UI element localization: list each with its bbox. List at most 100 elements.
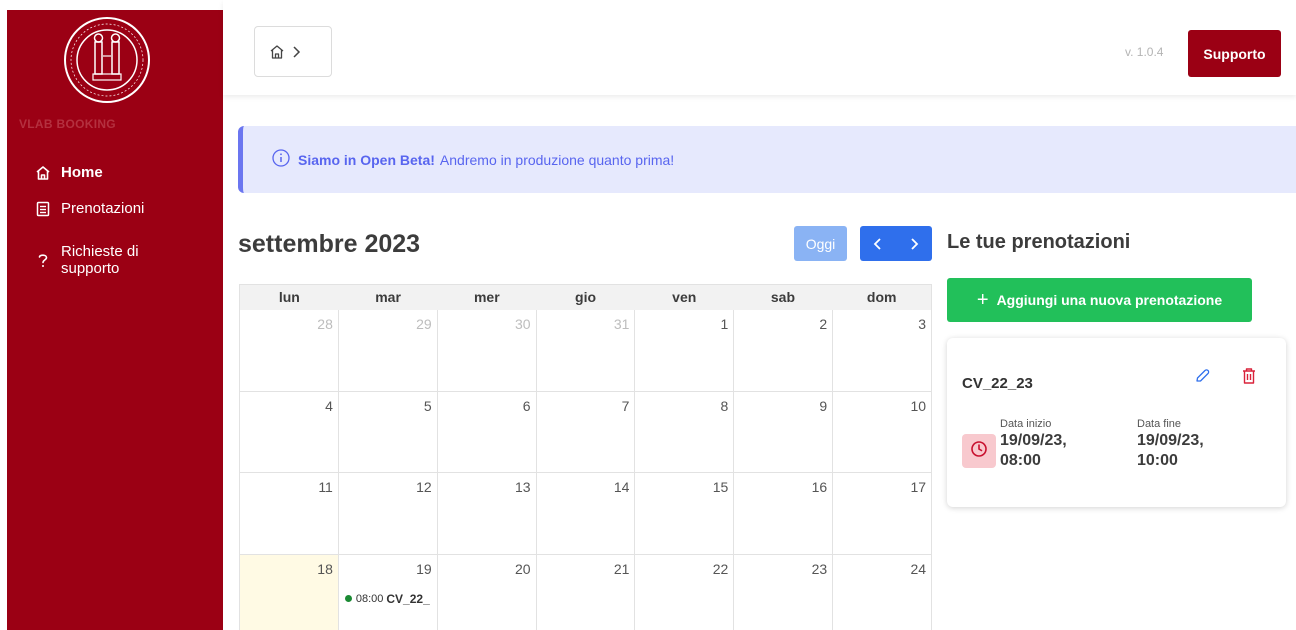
info-icon xyxy=(272,149,290,170)
calendar-day[interactable]: 24 xyxy=(833,554,933,630)
calendar-day-today[interactable]: 18 xyxy=(240,554,339,630)
sidebar-item-label: Prenotazioni xyxy=(61,200,145,217)
day-number: 10 xyxy=(910,397,927,414)
day-number: 8 xyxy=(720,397,729,414)
month-title: settembre 2023 xyxy=(238,230,421,258)
weekday-label: dom xyxy=(866,289,897,305)
calendar-day[interactable]: 20 xyxy=(437,554,537,630)
event-time: 08:00 xyxy=(355,592,384,605)
event-title: CV_22_ xyxy=(386,591,430,606)
day-number: 20 xyxy=(515,560,531,577)
topbar: v. 1.0.4 Supporto xyxy=(223,0,1296,95)
day-number: 9 xyxy=(819,397,828,414)
alert-text: Andremo in produzione quanto prima! xyxy=(439,151,675,168)
day-number: 21 xyxy=(613,560,630,577)
calendar-week: 18 19 08:00 CV_22_ 20 21 22 23 24 xyxy=(239,554,933,630)
day-number: 14 xyxy=(613,479,630,495)
home-icon[interactable] xyxy=(269,44,285,60)
start-time: 08:00 xyxy=(1000,452,1041,469)
calendar-event[interactable]: 08:00 CV_22_ xyxy=(344,591,435,606)
calendar-day[interactable]: 31 xyxy=(536,310,636,392)
sidebar-item-home[interactable]: Home xyxy=(35,164,103,181)
version-label: v. 1.0.4 xyxy=(1125,45,1164,59)
end-date: 19/09/23, xyxy=(1137,432,1204,449)
pencil-icon[interactable] xyxy=(1193,367,1211,390)
label-line-1: Richieste di xyxy=(61,243,139,260)
calendar-day[interactable]: 1 xyxy=(635,310,735,392)
today-button[interactable]: Oggi xyxy=(794,226,847,261)
calendar-day[interactable]: 6 xyxy=(437,391,537,473)
breadcrumb xyxy=(254,26,332,77)
add-booking-button[interactable]: + Aggiungi una nuova prenotazione xyxy=(947,278,1252,322)
calendar-day[interactable]: 9 xyxy=(734,391,834,473)
day-number: 22 xyxy=(712,560,729,577)
calendar-day[interactable]: 19 08:00 CV_22_ xyxy=(338,554,438,630)
event-dot-icon xyxy=(344,595,352,602)
weekday-label: lun xyxy=(278,289,300,305)
calendar-day[interactable]: 17 xyxy=(833,473,933,555)
app-root: VLAB BOOKING Home Prenotazioni Richieste… xyxy=(0,0,1296,630)
calendar-day[interactable]: 4 xyxy=(240,391,339,473)
start-date: 19/09/23, xyxy=(1000,432,1067,449)
day-number: 28 xyxy=(317,316,333,332)
calendar-day[interactable]: 11 xyxy=(240,473,339,555)
calendar-week: 4 5 6 7 8 9 10 xyxy=(239,391,933,473)
next-month-button[interactable] xyxy=(896,226,932,261)
day-number: 1 xyxy=(720,316,729,332)
university-logo[interactable] xyxy=(63,16,151,104)
calendar-day[interactable]: 29 xyxy=(338,310,438,392)
calendar-day[interactable]: 23 xyxy=(734,554,834,630)
chevron-left-icon xyxy=(873,237,881,250)
end-time: 10:00 xyxy=(1137,452,1178,469)
calendar-day[interactable]: 5 xyxy=(338,391,438,473)
home-icon xyxy=(35,165,51,181)
day-number: 5 xyxy=(423,397,432,414)
add-booking-label: Aggiungi una nuova prenotazione xyxy=(996,292,1223,308)
weekday-label: gio xyxy=(575,289,597,305)
sidebar-item-prenotazioni[interactable]: Prenotazioni xyxy=(35,200,144,217)
bookings-title: Le tue prenotazioni xyxy=(947,231,1131,253)
calendar-day[interactable]: 7 xyxy=(536,391,636,473)
calendar-day[interactable]: 22 xyxy=(635,554,735,630)
day-number: 19 xyxy=(416,560,432,577)
calendar-day[interactable]: 12 xyxy=(338,473,438,555)
calendar-grid: lun mar mer gio ven sab dom 28 29 30 31 … xyxy=(239,284,933,630)
day-number: 18 xyxy=(317,560,333,577)
prev-month-button[interactable] xyxy=(860,226,896,261)
support-button[interactable]: Supporto xyxy=(1188,30,1281,77)
calendar-day[interactable]: 10 xyxy=(833,391,933,473)
calendar-day[interactable]: 16 xyxy=(734,473,834,555)
day-number: 24 xyxy=(910,560,927,577)
calendar-day[interactable]: 2 xyxy=(734,310,834,392)
day-number: 30 xyxy=(515,316,531,332)
weekday-label: ven xyxy=(672,289,697,305)
end-date-value: 19/09/23, 10:00 xyxy=(1137,431,1204,471)
start-date-value: 19/09/23, 08:00 xyxy=(1000,431,1067,471)
chevron-right-icon xyxy=(911,237,919,250)
calendar-day[interactable]: 3 xyxy=(833,310,933,392)
calendar-week: 28 29 30 31 1 2 3 xyxy=(239,310,933,392)
day-number: 31 xyxy=(613,316,630,332)
calendar-day[interactable]: 21 xyxy=(536,554,636,630)
sidebar-item-richieste-supporto[interactable]: Richieste di supporto xyxy=(35,243,139,277)
trash-icon[interactable] xyxy=(1241,367,1257,390)
alert-bold-text: Siamo in Open Beta! xyxy=(298,151,435,168)
day-number: 23 xyxy=(811,560,828,577)
calendar-week: 11 12 13 14 15 16 17 xyxy=(239,473,933,555)
calendar-day[interactable]: 28 xyxy=(240,310,339,392)
sidebar: VLAB BOOKING Home Prenotazioni Richieste… xyxy=(7,10,223,630)
calendar-day[interactable]: 13 xyxy=(437,473,537,555)
day-number: 6 xyxy=(522,397,531,414)
calendar-day[interactable]: 8 xyxy=(635,391,735,473)
document-icon xyxy=(35,201,51,217)
day-number: 16 xyxy=(811,479,828,495)
start-date-label: Data inizio xyxy=(1000,418,1052,430)
calendar-day[interactable]: 30 xyxy=(437,310,537,392)
day-number: 13 xyxy=(515,479,531,495)
label-line-2: supporto xyxy=(61,260,120,277)
app-name: VLAB BOOKING xyxy=(19,117,116,131)
plus-icon: + xyxy=(976,289,989,311)
calendar-day[interactable]: 15 xyxy=(635,473,735,555)
calendar-day[interactable]: 14 xyxy=(536,473,636,555)
day-number: 29 xyxy=(416,316,432,332)
